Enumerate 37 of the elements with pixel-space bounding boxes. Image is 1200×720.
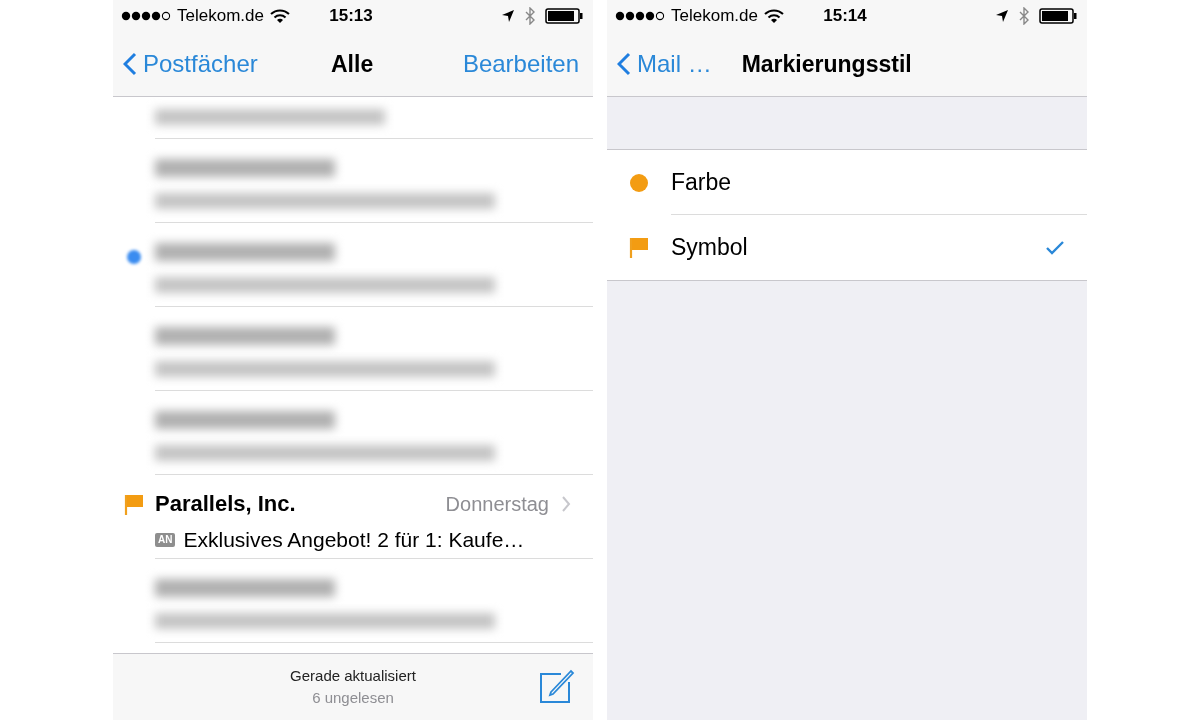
- battery-icon: [1039, 8, 1077, 24]
- unread-count: 6 ungelesen: [312, 688, 394, 708]
- flag-icon: [629, 236, 649, 259]
- compose-icon: [539, 668, 575, 704]
- compose-button[interactable]: [539, 668, 575, 704]
- nav-title: Alle: [331, 49, 374, 79]
- status-time: 15:13: [328, 5, 374, 28]
- back-link[interactable]: Postfächer: [123, 46, 258, 82]
- option-label: Farbe: [671, 167, 732, 197]
- battery-icon: [545, 8, 583, 24]
- signal-icon: [121, 11, 173, 21]
- option-label: Symbol: [671, 233, 748, 263]
- dot-icon: [630, 173, 648, 192]
- signal-icon: [615, 11, 667, 21]
- bluetooth-icon: [525, 7, 535, 25]
- message-preview: Exklusives Angebot! 2 für 1: Kaufe…: [183, 527, 525, 553]
- option-row[interactable]: Farbe: [607, 150, 1087, 215]
- carrier-name: Telekom.de: [177, 5, 264, 28]
- wifi-icon: [763, 8, 784, 24]
- location-arrow-icon: [501, 9, 515, 23]
- option-row[interactable]: Symbol: [607, 215, 1087, 280]
- update-status: Gerade aktualisiert: [290, 665, 416, 686]
- back-chevron-icon: [617, 52, 631, 76]
- bluetooth-icon: [1019, 7, 1029, 25]
- back-chevron-icon: [123, 52, 137, 76]
- nav-title: Markierungsstil: [741, 49, 912, 79]
- carrier-name: Telekom.de: [671, 5, 758, 28]
- attachment-badge: AN: [155, 532, 176, 547]
- chevron-icon: [561, 494, 571, 513]
- checkmark-icon: [1045, 239, 1065, 256]
- edit-link[interactable]: Bearbeiten: [462, 46, 583, 82]
- back-link[interactable]: Mail …: [617, 46, 712, 82]
- status-time: 15:14: [822, 5, 868, 28]
- message-date: Donnerstag: [445, 491, 549, 517]
- location-arrow-icon: [995, 9, 1009, 23]
- sender-name: Parallels, Inc.: [155, 490, 296, 518]
- wifi-icon: [269, 8, 290, 24]
